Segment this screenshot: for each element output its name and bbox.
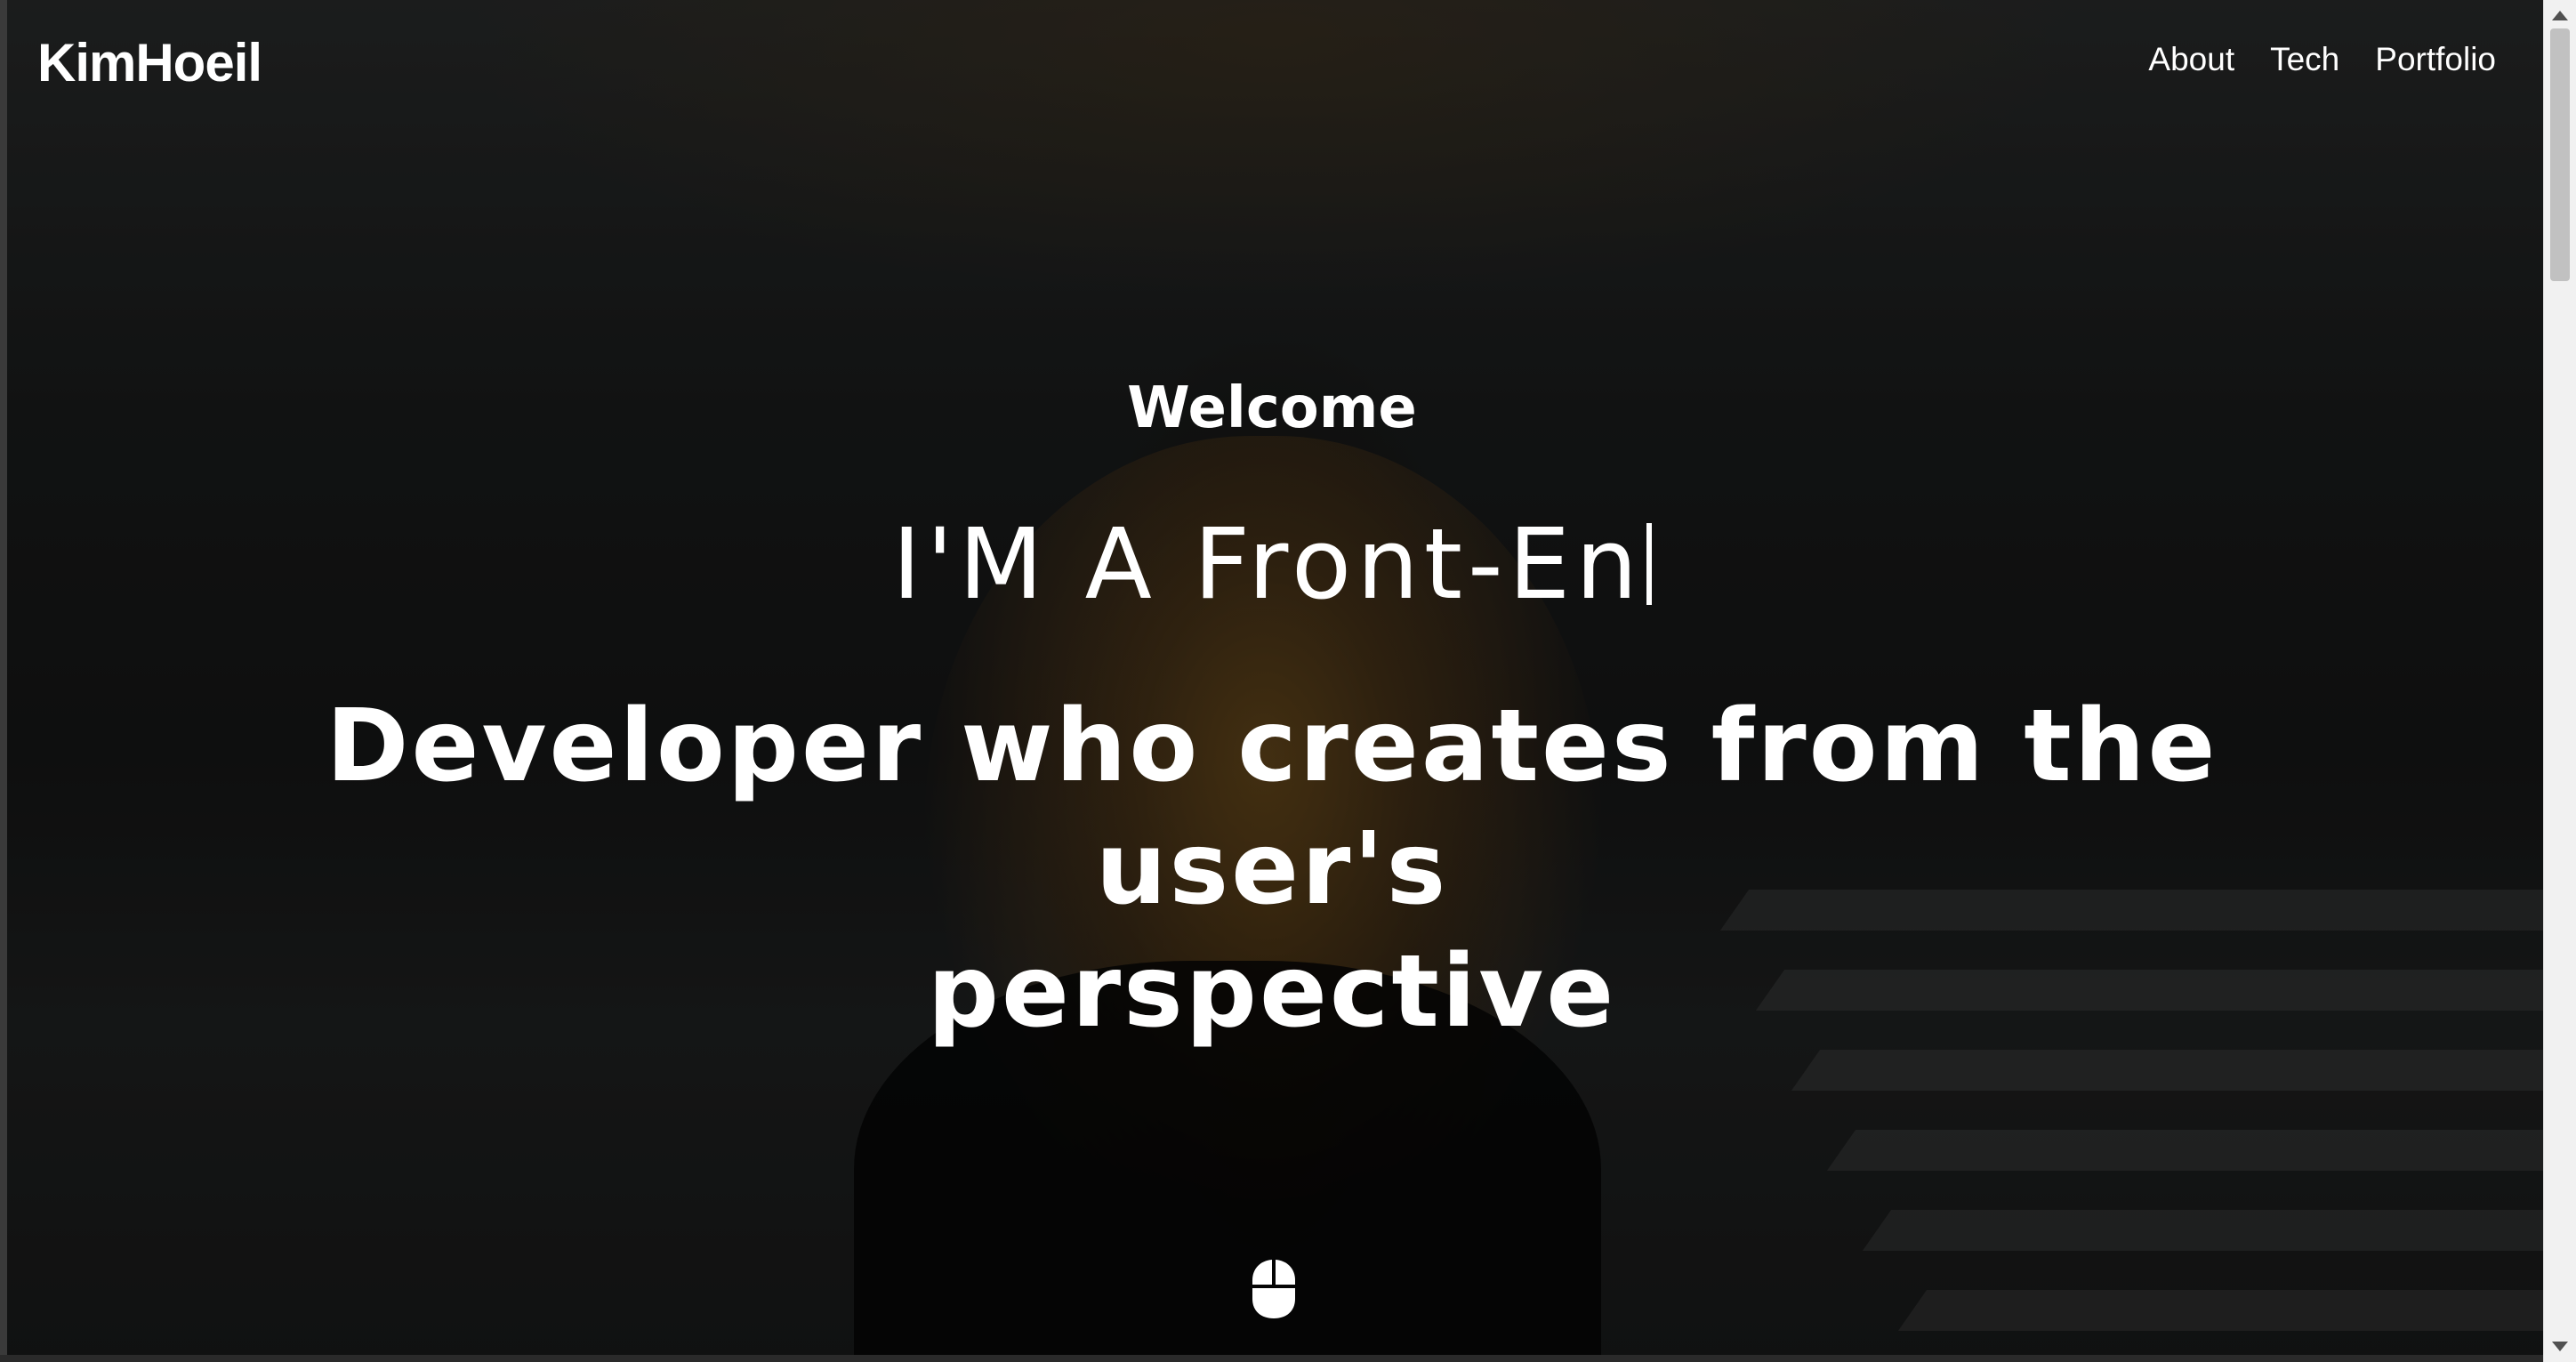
scroll-down-arrow-icon[interactable] xyxy=(2552,1342,2568,1351)
hero-section xyxy=(0,0,2544,1362)
vertical-scrollbar[interactable] xyxy=(2543,0,2576,1362)
nav-link-portfolio[interactable]: Portfolio xyxy=(2375,41,2496,78)
nav-link-tech[interactable]: Tech xyxy=(2270,41,2339,78)
tagline-line-2: perspective xyxy=(927,934,1617,1050)
scrollbar-thumb[interactable] xyxy=(2550,28,2570,281)
typed-text: I'M A Front-En xyxy=(892,507,1643,621)
typing-caret xyxy=(1646,523,1652,605)
window-edge xyxy=(0,0,7,1362)
bottom-edge xyxy=(0,1355,2544,1362)
nav-link-about[interactable]: About xyxy=(2148,41,2234,78)
site-logo[interactable]: KimHoeil xyxy=(37,32,262,93)
mouse-icon-graphic xyxy=(1252,1260,1295,1318)
mouse-icon[interactable] xyxy=(1251,1258,1297,1320)
background-overlay xyxy=(0,0,2544,1362)
typed-headline: I'M A Front-En xyxy=(0,507,2544,621)
page: KimHoeil About Tech Portfolio Welcome I'… xyxy=(0,0,2576,1362)
welcome-heading: Welcome xyxy=(1127,375,1417,441)
scroll-up-arrow-icon[interactable] xyxy=(2552,11,2568,20)
tagline: Developer who creates from the user's pe… xyxy=(231,685,2313,1053)
tagline-line-1: Developer who creates from the user's xyxy=(326,689,2218,927)
main-nav: About Tech Portfolio xyxy=(2148,41,2496,78)
